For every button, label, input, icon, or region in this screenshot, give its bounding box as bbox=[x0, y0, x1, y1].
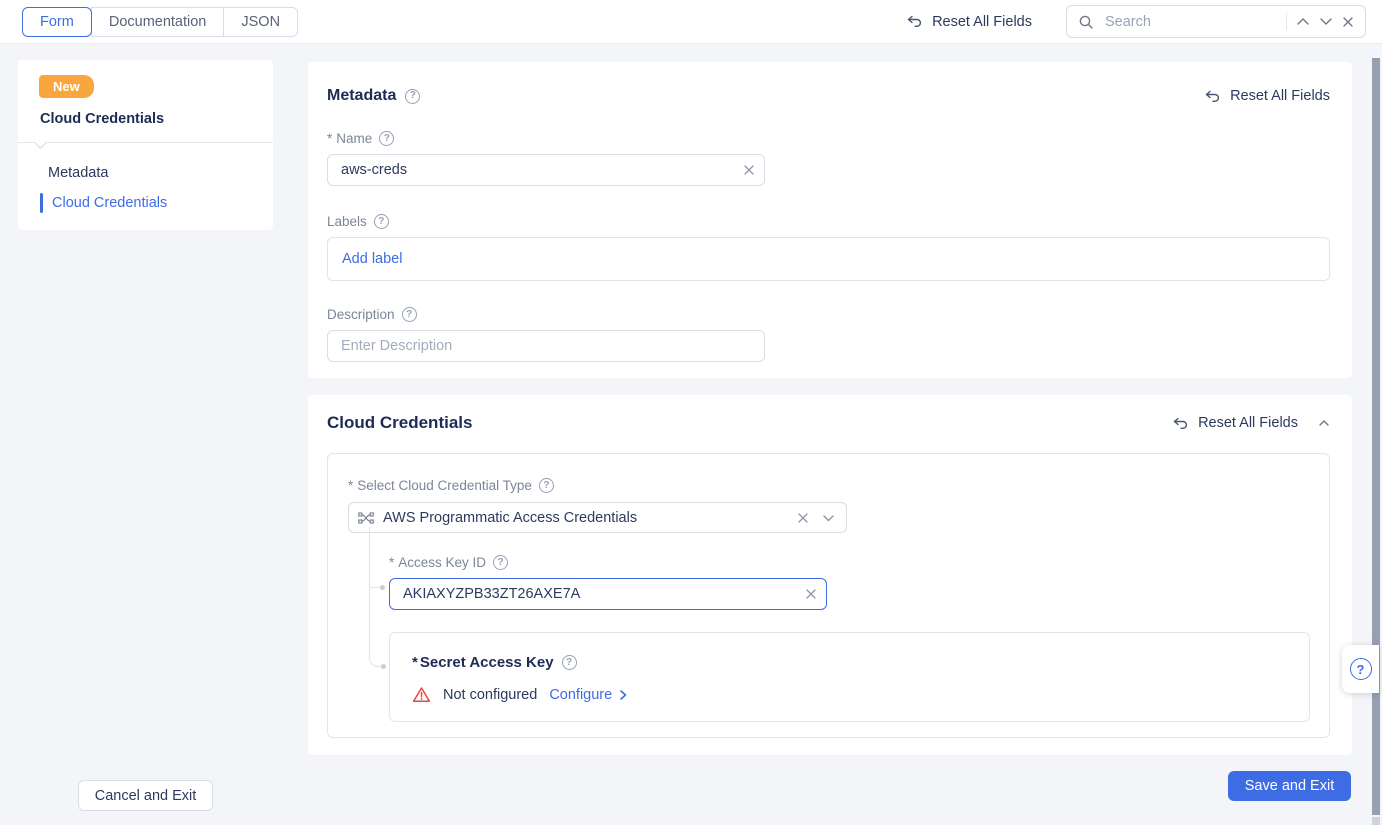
tree-connector-dot bbox=[381, 664, 386, 669]
tree-connector-line bbox=[369, 527, 383, 667]
chevron-up-icon[interactable] bbox=[1296, 17, 1310, 26]
metadata-section-header: Metadata ? Reset All Fields bbox=[327, 87, 1330, 105]
help-circle-icon[interactable]: ? bbox=[539, 478, 554, 493]
credential-type-value: AWS Programmatic Access Credentials bbox=[383, 510, 788, 526]
name-label-text: Name bbox=[336, 131, 372, 146]
vertical-scrollbar-track bbox=[1372, 817, 1380, 825]
name-input-wrap bbox=[327, 154, 765, 186]
help-circle-icon[interactable]: ? bbox=[562, 655, 577, 670]
help-circle-icon[interactable]: ? bbox=[405, 89, 420, 104]
name-input[interactable] bbox=[327, 154, 765, 186]
sidebar-item-cloud-credentials[interactable]: Cloud Credentials bbox=[18, 188, 273, 218]
metadata-section-title: Metadata ? bbox=[327, 87, 420, 105]
add-label-button[interactable]: Add label bbox=[342, 251, 402, 267]
credentials-section-header: Cloud Credentials Reset All Fields bbox=[327, 413, 1330, 433]
description-input[interactable] bbox=[327, 330, 765, 362]
help-circle-icon[interactable]: ? bbox=[402, 307, 417, 322]
chevron-down-notch-icon bbox=[34, 136, 47, 149]
clear-name-icon[interactable] bbox=[743, 164, 755, 176]
help-circle-icon[interactable]: ? bbox=[374, 214, 389, 229]
reset-all-fields-button[interactable]: Reset All Fields bbox=[906, 14, 1032, 30]
vertical-scrollbar-thumb[interactable] bbox=[1372, 58, 1380, 815]
configure-secret-key-link[interactable]: Configure bbox=[549, 687, 627, 703]
required-mark: * bbox=[412, 654, 418, 671]
topbar-right: Reset All Fields bbox=[906, 5, 1366, 38]
close-icon[interactable] bbox=[1342, 16, 1354, 28]
credentials-reset-fields-button[interactable]: Reset All Fields bbox=[1172, 415, 1298, 431]
access-key-input-wrap bbox=[389, 578, 827, 610]
tab-json[interactable]: JSON bbox=[223, 7, 298, 37]
collapse-section-icon[interactable] bbox=[1318, 419, 1330, 427]
help-circle-icon: ? bbox=[1350, 658, 1372, 680]
required-mark: * bbox=[389, 555, 394, 570]
credential-type-label: * Select Cloud Credential Type ? bbox=[348, 478, 1329, 493]
warning-icon bbox=[412, 686, 431, 703]
credential-type-select[interactable]: AWS Programmatic Access Credentials bbox=[348, 502, 847, 533]
secret-key-status-text: Not configured bbox=[443, 687, 537, 703]
topbar: Form Documentation JSON Reset All Fields bbox=[0, 0, 1382, 44]
credentials-title-text: Cloud Credentials bbox=[327, 413, 472, 433]
search-input[interactable] bbox=[1103, 13, 1277, 31]
help-circle-icon[interactable]: ? bbox=[379, 131, 394, 146]
credentials-section-title: Cloud Credentials bbox=[327, 413, 472, 433]
secret-key-title: * Secret Access Key ? bbox=[412, 654, 1309, 671]
search-icon bbox=[1078, 14, 1094, 30]
access-key-label: * Access Key ID ? bbox=[389, 555, 1329, 570]
help-button[interactable]: ? bbox=[1342, 645, 1379, 693]
status-badge-new: New bbox=[39, 75, 94, 98]
description-field-label: Description ? bbox=[327, 307, 1330, 322]
clear-selection-icon[interactable] bbox=[797, 512, 809, 524]
description-label-text: Description bbox=[327, 307, 395, 322]
metadata-section: Metadata ? Reset All Fields * Name ? Lab… bbox=[308, 62, 1352, 378]
undo-icon bbox=[1172, 416, 1189, 431]
required-mark: * bbox=[348, 478, 353, 493]
save-and-exit-button[interactable]: Save and Exit bbox=[1228, 771, 1351, 801]
cloud-credentials-form-page: { "colors": { "accent_blue": "#3e6ce5", … bbox=[0, 0, 1382, 825]
access-key-input[interactable] bbox=[389, 578, 827, 610]
chevron-right-icon bbox=[619, 689, 627, 701]
undo-icon bbox=[906, 14, 923, 29]
reset-label: Reset All Fields bbox=[1198, 415, 1298, 431]
secret-access-key-panel: * Secret Access Key ? Not configured Con… bbox=[389, 632, 1310, 722]
access-key-label-text: Access Key ID bbox=[398, 555, 486, 570]
chevron-down-icon[interactable] bbox=[1319, 17, 1333, 26]
view-tab-group: Form Documentation JSON bbox=[22, 7, 298, 37]
undo-icon bbox=[1204, 89, 1221, 104]
labels-label-text: Labels bbox=[327, 214, 367, 229]
search-box bbox=[1066, 5, 1366, 38]
secret-key-label-text: Secret Access Key bbox=[420, 654, 554, 671]
active-step-indicator bbox=[40, 193, 43, 213]
sidebar-item-metadata[interactable]: Metadata bbox=[18, 158, 273, 188]
clear-access-key-icon[interactable] bbox=[805, 588, 817, 600]
tree-connector-stub bbox=[369, 587, 380, 588]
cancel-and-exit-button[interactable]: Cancel and Exit bbox=[78, 780, 213, 811]
reset-label: Reset All Fields bbox=[1230, 88, 1330, 104]
credential-type-label-text: Select Cloud Credential Type bbox=[357, 478, 532, 493]
cloud-credentials-section: Cloud Credentials Reset All Fields * Sel… bbox=[308, 395, 1352, 755]
required-mark: * bbox=[327, 131, 332, 146]
sidebar-step-list: Metadata Cloud Credentials bbox=[18, 158, 273, 218]
description-input-wrap bbox=[327, 330, 765, 362]
tab-documentation[interactable]: Documentation bbox=[91, 7, 225, 37]
name-field-label: * Name ? bbox=[327, 131, 1330, 146]
sidebar-item-label: Cloud Credentials bbox=[52, 195, 167, 211]
tab-form[interactable]: Form bbox=[22, 7, 92, 37]
help-circle-icon[interactable]: ? bbox=[493, 555, 508, 570]
metadata-reset-fields-button[interactable]: Reset All Fields bbox=[1204, 88, 1330, 104]
reset-all-fields-label: Reset All Fields bbox=[932, 14, 1032, 30]
search-divider bbox=[1286, 13, 1287, 30]
sidebar-divider bbox=[18, 142, 273, 143]
secret-key-status-row: Not configured Configure bbox=[412, 686, 1309, 703]
sidebar-title: Cloud Credentials bbox=[40, 111, 273, 127]
labels-field-label: Labels ? bbox=[327, 214, 1330, 229]
metadata-title-text: Metadata bbox=[327, 87, 396, 105]
labels-box: Add label bbox=[327, 237, 1330, 281]
steps-sidebar: New Cloud Credentials Metadata Cloud Cre… bbox=[18, 60, 273, 230]
chevron-down-icon[interactable] bbox=[822, 514, 835, 522]
tree-connector-dot bbox=[380, 585, 385, 590]
configure-label: Configure bbox=[549, 687, 612, 703]
shuffle-icon bbox=[358, 511, 374, 525]
credentials-inner-panel: * Select Cloud Credential Type ? AWS Pro… bbox=[327, 453, 1330, 738]
